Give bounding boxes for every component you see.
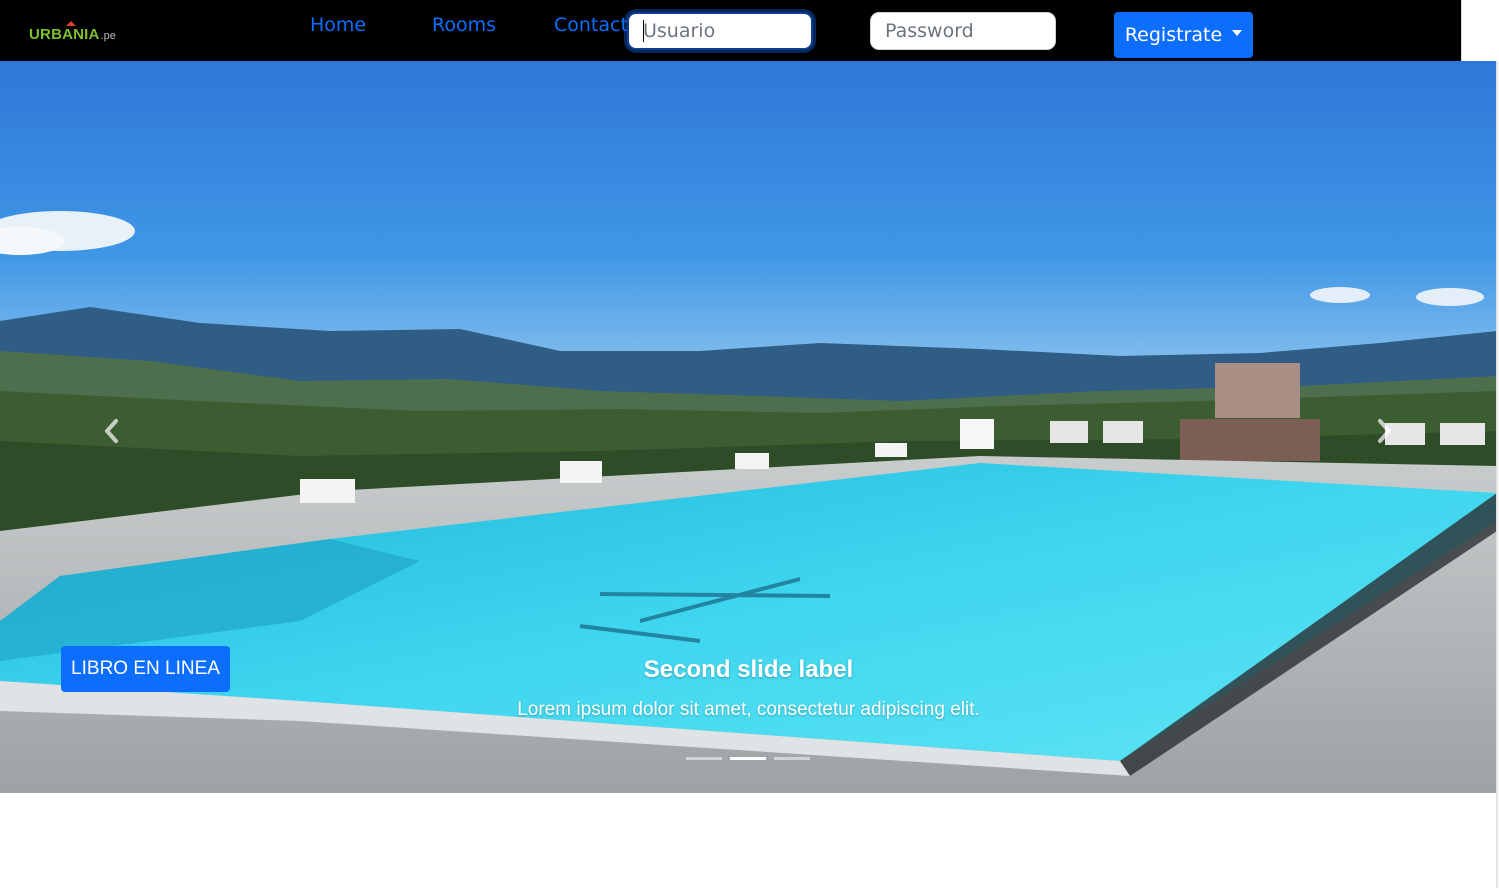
page-edge — [1496, 61, 1498, 888]
carousel-indicators — [686, 757, 810, 760]
brand-suffix: .pe — [100, 30, 116, 42]
carousel-prev-button[interactable] — [82, 401, 142, 461]
username-input[interactable] — [627, 12, 813, 50]
nav-link-contact[interactable]: Contact — [554, 14, 628, 36]
brand-logo[interactable]: URBANIA .pe — [29, 21, 116, 48]
navbar: URBANIA .pe Home Rooms Contact Registrat… — [0, 0, 1461, 61]
slide-caption-title: Second slide label — [643, 656, 854, 683]
carousel-indicator-1[interactable] — [686, 757, 722, 760]
password-input[interactable] — [870, 12, 1056, 50]
text-caret — [643, 20, 644, 42]
brand-name: URBANIA — [29, 26, 100, 43]
navbar-gutter — [1461, 0, 1499, 61]
hero-carousel: LIBRO EN LINEA Second slide label Lorem … — [0, 61, 1497, 793]
nav-link-rooms[interactable]: Rooms — [432, 14, 496, 36]
carousel-indicator-2[interactable] — [730, 757, 766, 760]
nav-link-home[interactable]: Home — [310, 14, 366, 36]
caret-down-icon — [1232, 30, 1243, 36]
chevron-right-icon — [1378, 419, 1391, 443]
carousel-indicator-3[interactable] — [774, 757, 810, 760]
chevron-left-icon — [105, 419, 118, 443]
register-label: Registrate — [1124, 24, 1223, 46]
roof-icon — [66, 21, 76, 26]
carousel-next-button[interactable] — [1354, 401, 1414, 461]
register-dropdown-button[interactable]: Registrate — [1114, 12, 1253, 58]
slide-caption-text: Lorem ipsum dolor sit amet, consectetur … — [517, 699, 980, 720]
